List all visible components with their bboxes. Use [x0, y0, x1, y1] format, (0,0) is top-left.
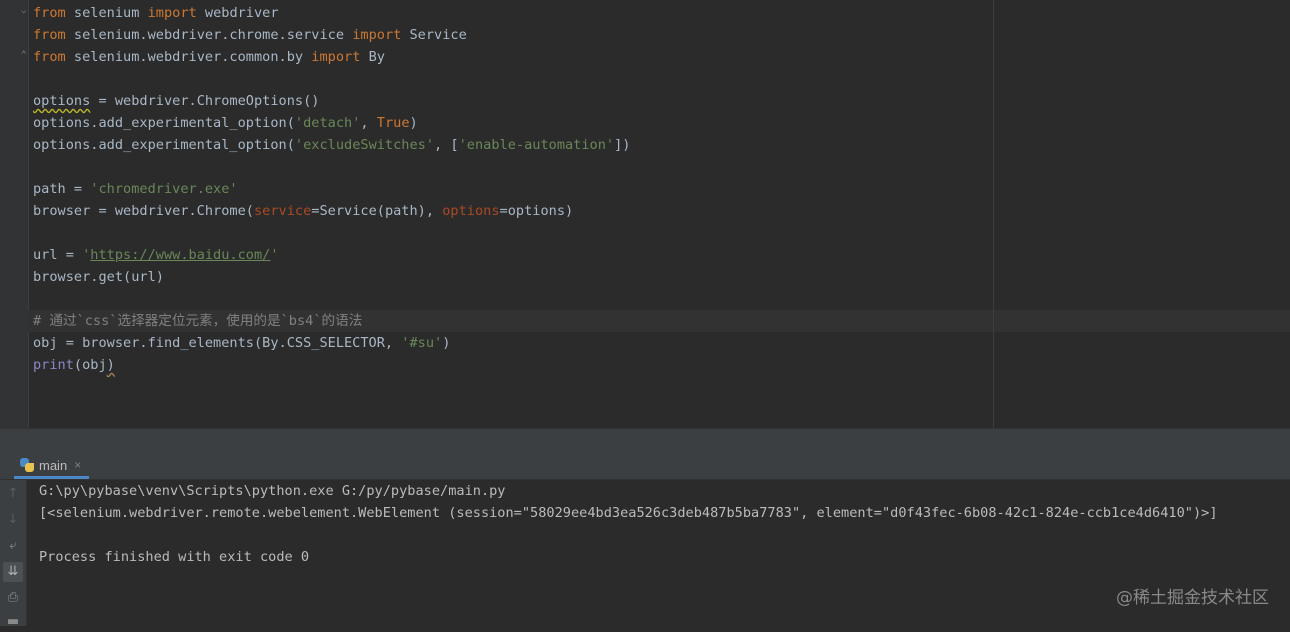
code-line[interactable]: from selenium.webdriver.common.by import… [33, 46, 385, 68]
code-token: import [311, 49, 361, 65]
code-token: 'enable-automation' [458, 137, 615, 153]
code-token: browser.get(url) [33, 269, 164, 285]
code-token: 'excludeSwitches' [294, 137, 435, 153]
python-icon [20, 458, 34, 472]
code-line[interactable]: options.add_experimental_option('exclude… [33, 134, 630, 156]
code-token: from [33, 27, 66, 43]
code-token: url = [33, 247, 83, 263]
trash-icon[interactable]: ▬ [3, 612, 23, 632]
arrow-up-icon[interactable]: ↑ [3, 484, 23, 504]
code-token: print [33, 357, 74, 373]
code-line[interactable]: browser = webdriver.Chrome(service=Servi… [33, 200, 573, 222]
code-line[interactable]: browser.get(url) [33, 266, 164, 288]
code-token: =options) [499, 203, 574, 219]
run-tab-main[interactable]: main × [14, 454, 90, 479]
code-token: selenium.webdriver.chrome.service [65, 27, 353, 43]
run-tab-label: main [39, 457, 68, 473]
code-token: True [376, 115, 410, 131]
arrow-down-icon[interactable]: ↓ [3, 510, 23, 530]
code-line[interactable]: from selenium.webdriver.chrome.service i… [33, 24, 467, 46]
code-token: obj = browser.find_elements(By.CSS_SELEC… [33, 335, 402, 351]
console-line: Process finished with exit code 0 [39, 549, 310, 565]
code-token: webdriver [196, 5, 279, 21]
console-line: G:\py\pybase\venv\Scripts\python.exe G:/… [39, 483, 506, 499]
code-token: ) [106, 357, 115, 373]
watermark: @稀土掘金技术社区 [1116, 588, 1269, 608]
code-token: browser = webdriver.Chrome( [33, 203, 254, 219]
code-token: = webdriver.ChromeOptions() [90, 93, 320, 109]
code-token: (obj [73, 357, 107, 373]
print-icon[interactable]: ⎙ [3, 588, 23, 608]
run-console[interactable]: ↑ ↓ ⤶ ⇊ ⎙ ▬ G:\py\pybase\venv\Scripts\py… [0, 480, 1290, 629]
code-token: import [147, 5, 197, 21]
code-token: ) [409, 115, 418, 131]
code-token: options [442, 203, 500, 219]
code-token: '#su' [401, 335, 443, 351]
fold-end-icon[interactable]: ⌃ [21, 50, 30, 60]
code-line[interactable]: options = webdriver.ChromeOptions() [33, 90, 319, 112]
code-token: options.add_experimental_option( [33, 115, 295, 131]
close-icon[interactable]: × [74, 458, 81, 472]
code-token: By [360, 49, 385, 65]
console-toolbar: ↑ ↓ ⤶ ⇊ ⎙ ▬ [0, 480, 27, 629]
code-token: options [33, 93, 91, 109]
code-token: ' [270, 247, 279, 263]
right-margin-guide [993, 0, 994, 428]
code-token: , [ [434, 137, 459, 153]
code-line[interactable]: from selenium import webdriver [33, 2, 279, 24]
code-token: path = [33, 181, 91, 197]
code-token: =Service(path), [311, 203, 443, 219]
code-token: Service [401, 27, 467, 43]
code-token: 'chromedriver.exe' [90, 181, 238, 197]
code-token: ]) [614, 137, 631, 153]
fold-start-icon[interactable]: ⌵ [21, 6, 30, 16]
code-token: from [33, 49, 66, 65]
code-token: 'detach' [294, 115, 361, 131]
scroll-to-end-icon[interactable]: ⇊ [3, 562, 23, 582]
code-token: ) [442, 335, 451, 351]
code-token: options.add_experimental_option( [33, 137, 295, 153]
run-tool-window-tabbar: main × [0, 454, 1290, 480]
code-line[interactable]: url = 'https://www.baidu.com/' [33, 244, 279, 266]
code-token: from [33, 5, 66, 21]
code-line[interactable]: options.add_experimental_option('detach'… [33, 112, 418, 134]
code-token: selenium.webdriver.common.by [65, 49, 312, 65]
panel-divider[interactable] [0, 428, 1290, 455]
code-line[interactable]: path = 'chromedriver.exe' [33, 178, 238, 200]
editor-gutter [0, 0, 29, 428]
code-line[interactable]: # 通过`css`选择器定位元素，使用的是`bs4`的语法 [33, 310, 362, 332]
code-token: import [352, 27, 402, 43]
code-token: selenium [65, 5, 148, 21]
code-token: service [253, 203, 312, 219]
soft-wrap-icon[interactable]: ⤶ [3, 536, 23, 556]
code-token: # 通过`css`选择器定位元素，使用的是`bs4`的语法 [33, 313, 363, 329]
console-line: [<selenium.webdriver.remote.webelement.W… [39, 505, 1218, 521]
code-token: https://www.baidu.com/ [90, 247, 271, 263]
code-line[interactable]: obj = browser.find_elements(By.CSS_SELEC… [33, 332, 450, 354]
code-editor[interactable]: ⌵ ⌃ from selenium import webdriver from s… [0, 0, 1290, 428]
code-token: , [360, 115, 377, 131]
code-line[interactable]: print(obj) [33, 354, 115, 376]
